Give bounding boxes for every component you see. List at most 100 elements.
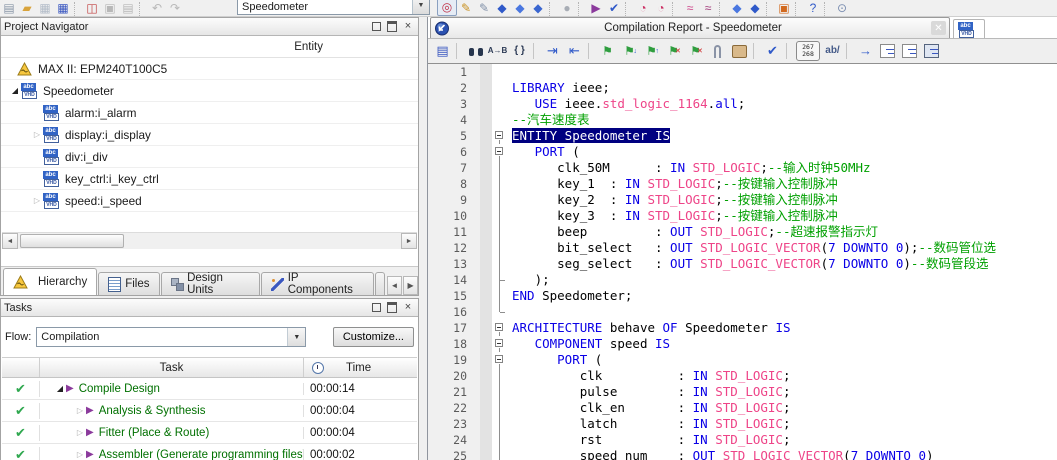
code-line[interactable]: 18 COMPONENT speed IS	[428, 336, 1057, 352]
collapse-icon[interactable]: ◢	[9, 86, 21, 95]
chevron-down-icon[interactable]: ▼	[287, 328, 305, 346]
fold-toggle-icon[interactable]	[492, 352, 508, 368]
pin-planner-icon[interactable]: ✎	[457, 0, 475, 16]
fold-view-icon[interactable]	[921, 41, 942, 61]
expand-icon[interactable]: ▷	[74, 406, 86, 415]
code-line[interactable]: 7 clk_50M : IN STD_LOGIC;--输入时钟50MHz	[428, 160, 1057, 176]
float-window-icon[interactable]	[385, 301, 399, 314]
task-row[interactable]: ✔◢▶Compile Design00:00:14	[2, 378, 417, 400]
code-line[interactable]: 21 pulse : IN STD_LOGIC;	[428, 384, 1057, 400]
code-line[interactable]: 13 seg_select : OUT STD_LOGIC_VECTOR(7 D…	[428, 256, 1057, 272]
pin-icon[interactable]	[369, 301, 383, 314]
technology-map-viewer-icon[interactable]: ≈	[699, 0, 717, 16]
stop-process-icon[interactable]: ●	[558, 0, 576, 16]
expand-icon[interactable]: ▷	[31, 196, 43, 205]
timequest-clock-icon[interactable]: ◔	[634, 0, 652, 16]
analyze-file-icon[interactable]: ✔	[762, 41, 783, 61]
programmer-icon[interactable]: ▣	[775, 0, 793, 16]
status-column-header[interactable]	[2, 358, 40, 377]
code-line[interactable]: 14 );	[428, 272, 1057, 288]
code-editor[interactable]: 12LIBRARY ieee;3 USE ieee.std_logic_1164…	[428, 64, 1057, 460]
fold-toggle-icon[interactable]	[492, 144, 508, 160]
chevron-down-icon[interactable]: ▼	[412, 0, 429, 14]
bookmark-next-icon[interactable]: ⚑↓	[619, 41, 640, 61]
tree-item-alarm[interactable]: abcVHDalarm:i_alarm	[1, 102, 418, 124]
tree-item-speed[interactable]: ▷abcVHDspeed:i_speed	[1, 190, 418, 212]
comment-slash-icon[interactable]: ab/	[822, 41, 843, 61]
fold-toggle-icon[interactable]	[492, 128, 508, 144]
code-line[interactable]: 8 key_1 : IN STD_LOGIC;--按键输入控制脉冲	[428, 176, 1057, 192]
tab-scroll-right-icon[interactable]: ▶	[403, 276, 418, 295]
incremental-gem-icon[interactable]: ◆	[529, 0, 547, 16]
code-line[interactable]: 11 beep : OUT STD_LOGIC;--超速报警指示灯	[428, 224, 1057, 240]
redo-icon[interactable]: ↷	[166, 0, 184, 16]
customize-button[interactable]: Customize...	[333, 327, 414, 347]
scrollbar-thumb[interactable]	[20, 234, 124, 248]
close-icon[interactable]: ×	[401, 301, 415, 314]
code-line[interactable]: 6 PORT (	[428, 144, 1057, 160]
tree-item-div[interactable]: abcVHDdiv:i_div	[1, 146, 418, 168]
code-line[interactable]: 24 rst : IN STD_LOGIC;	[428, 432, 1057, 448]
copy-icon[interactable]: ▣	[101, 0, 119, 16]
fold-all-icon[interactable]	[877, 41, 898, 61]
tree-item-speedometer[interactable]: ◢abcVHDSpeedometer	[1, 80, 418, 102]
horizontal-scrollbar[interactable]: ◄ ►	[2, 232, 417, 249]
fold-region-icon[interactable]	[899, 41, 920, 61]
replace-icon[interactable]: A→B	[487, 41, 508, 61]
expand-icon[interactable]: ▷	[31, 130, 43, 139]
timing-analyzer-clock-icon[interactable]: ◔	[652, 0, 670, 16]
analysis-synthesis-icon[interactable]: ✔	[605, 0, 623, 16]
design-partition-gem-icon[interactable]: ◆	[511, 0, 529, 16]
chip-planner-icon[interactable]: ✎	[475, 0, 493, 16]
code-line[interactable]: 12 bit_select : OUT STD_LOGIC_VECTOR(7 D…	[428, 240, 1057, 256]
goto-arrow-icon[interactable]: →	[855, 41, 876, 61]
code-line[interactable]: 20 clk : IN STD_LOGIC;	[428, 368, 1057, 384]
code-line[interactable]: 1	[428, 64, 1057, 80]
fold-toggle-icon[interactable]	[492, 320, 508, 336]
tab-ip-components[interactable]: IP Components	[261, 272, 374, 295]
bookmark-delete-all-icon[interactable]: ⚑✕	[685, 41, 706, 61]
flow-combobox[interactable]: Compilation ▼	[36, 327, 306, 347]
close-icon[interactable]: ✕	[931, 21, 946, 35]
entity-selector-combobox[interactable]: Speedometer ▼	[237, 0, 430, 15]
expand-icon[interactable]: ▷	[74, 450, 86, 459]
archive-project-icon[interactable]: ◫	[83, 0, 101, 16]
tab-design-units[interactable]: Design Units	[161, 272, 261, 295]
tab-partial[interactable]	[375, 272, 385, 295]
tab-files[interactable]: Files	[98, 272, 159, 295]
entity-column-header[interactable]: Entity	[1, 36, 418, 58]
find-icon[interactable]	[465, 41, 486, 61]
indent-icon[interactable]: ⇥	[542, 41, 563, 61]
code-line[interactable]: 22 clk_en : IN STD_LOGIC;	[428, 400, 1057, 416]
tree-item-display[interactable]: ▷abcVHDdisplay:i_display	[1, 124, 418, 146]
task-row[interactable]: ✔▷▶Fitter (Place & Route)00:00:04	[2, 422, 417, 444]
code-line[interactable]: 25 speed_num : OUT STD_LOGIC_VECTOR(7 DO…	[428, 448, 1057, 460]
tab-compilation-report[interactable]: Compilation Report - Speedometer ✕	[430, 17, 950, 38]
code-line[interactable]: 5ENTITY Speedometer IS	[428, 128, 1057, 144]
task-row[interactable]: ✔▷▶Assembler (Generate programming files…	[2, 444, 417, 460]
float-window-icon[interactable]	[385, 20, 399, 33]
save-icon[interactable]: ▦	[36, 0, 54, 16]
code-line[interactable]: 10 key_3 : IN STD_LOGIC;--按键输入控制脉冲	[428, 208, 1057, 224]
tab-hierarchy[interactable]: Hierarchy	[3, 268, 97, 295]
code-line[interactable]: 9 key_2 : IN STD_LOGIC;--按键输入控制脉冲	[428, 192, 1057, 208]
report-doc-icon[interactable]: ▤	[432, 41, 453, 61]
tree-item-device[interactable]: MAX II: EPM240T100C5	[1, 58, 418, 80]
scroll-left-icon[interactable]: ◄	[2, 233, 18, 249]
brace-match-icon[interactable]: { }	[509, 41, 530, 61]
simulation-gem-icon[interactable]: ◆	[728, 0, 746, 16]
tree-item-key_ctrl[interactable]: abcVHDkey_ctrl:i_key_ctrl	[1, 168, 418, 190]
macro-scroll-icon[interactable]	[729, 41, 750, 61]
open-project-icon[interactable]: ▰	[18, 0, 36, 16]
tab-scroll-left-icon[interactable]: ◄	[387, 276, 402, 295]
task-column-header[interactable]: Task	[40, 358, 304, 377]
undo-icon[interactable]: ↶	[148, 0, 166, 16]
feedback-icon[interactable]: ⊙	[833, 0, 851, 16]
bookmark-delete-icon[interactable]: ⚑✕	[663, 41, 684, 61]
code-line[interactable]: 2LIBRARY ieee;	[428, 80, 1057, 96]
pause-gem-icon[interactable]: ◆	[746, 0, 764, 16]
tab-vhdl-file[interactable]: abcVHD	[953, 19, 985, 38]
paste-icon[interactable]: ▤	[119, 0, 137, 16]
code-line[interactable]: 15END Speedometer;	[428, 288, 1057, 304]
assignment-editor-icon[interactable]: ◎	[437, 0, 457, 16]
